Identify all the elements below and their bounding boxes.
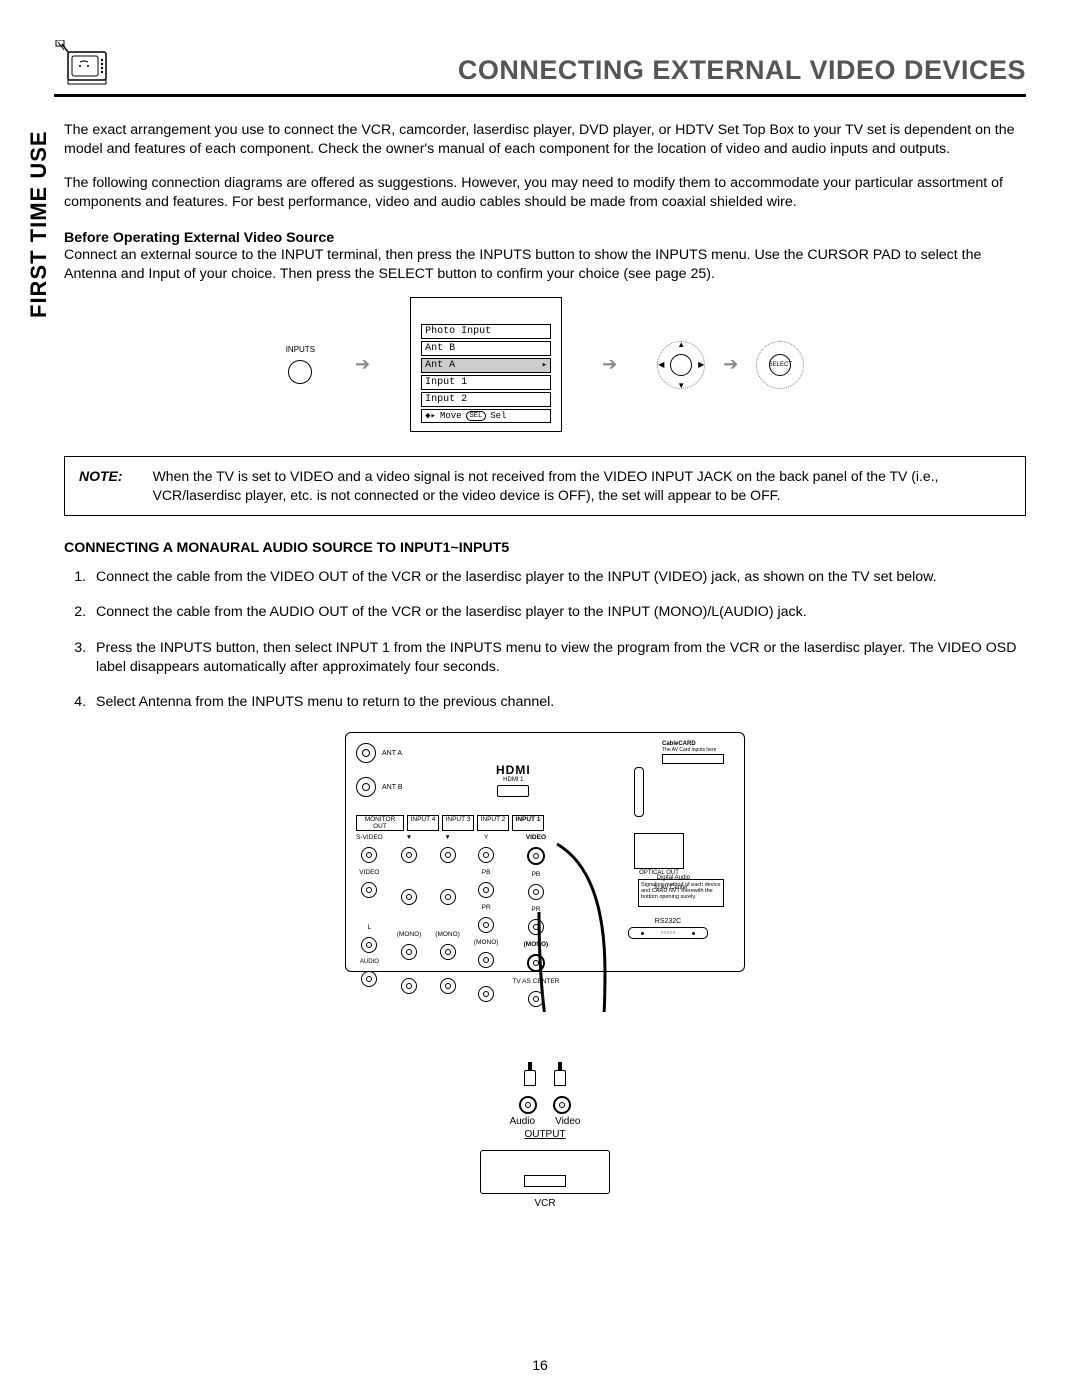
upgrade-note: Signaling method of each device and CARD… bbox=[638, 879, 724, 907]
jack bbox=[478, 986, 494, 1002]
note-label: NOTE: bbox=[79, 467, 123, 505]
menu-item: Ant B bbox=[421, 341, 551, 356]
hdmi-logo: HDMI bbox=[496, 763, 531, 777]
page-number: 16 bbox=[0, 1357, 1080, 1373]
hdmi-port bbox=[497, 785, 529, 797]
arrow-icon: ➔ bbox=[723, 354, 738, 375]
tv-icon bbox=[54, 40, 114, 86]
rs232c: RS232C ○○○○○ bbox=[628, 918, 708, 939]
optical-out: OPTICAL OUT bbox=[634, 833, 684, 869]
page-title: CONNECTING EXTERNAL VIDEO DEVICES bbox=[134, 55, 1026, 86]
video-label-bold: VIDEO bbox=[526, 834, 546, 841]
audio-label: AUDIO bbox=[360, 959, 379, 965]
rca-plug-icon bbox=[524, 1062, 536, 1086]
before-heading: Before Operating External Video Source bbox=[64, 230, 1026, 246]
inputs-button-label: INPUTS bbox=[286, 345, 315, 354]
steps-list: Connect the cable from the VIDEO OUT of … bbox=[64, 568, 1026, 712]
mono-label-bold: (MONO) bbox=[524, 941, 549, 948]
vcr-label: VCR bbox=[345, 1198, 745, 1209]
intro-paragraph-1: The exact arrangement you use to connect… bbox=[64, 121, 1026, 158]
arrow-icon: ➔ bbox=[355, 354, 370, 375]
video-label: Video bbox=[555, 1116, 580, 1127]
jack bbox=[361, 847, 377, 863]
ant-a-label: ANT A bbox=[382, 750, 402, 757]
jack bbox=[440, 889, 456, 905]
jack bbox=[440, 978, 456, 994]
col-label: INPUT 2 bbox=[477, 815, 509, 831]
col-label: INPUT 3 bbox=[442, 815, 474, 831]
rca-plug-icon bbox=[554, 1062, 566, 1086]
input1-mono-jack bbox=[527, 954, 545, 972]
jack bbox=[478, 952, 494, 968]
before-text: Connect an external source to the INPUT … bbox=[64, 246, 1026, 283]
menu-item: Input 2 bbox=[421, 392, 551, 407]
jack bbox=[401, 978, 417, 994]
vcr-output: Audio Video OUTPUT bbox=[490, 1096, 600, 1140]
step-item: Connect the cable from the VIDEO OUT of … bbox=[90, 568, 1026, 587]
cursor-pad-icon: ▲ ▼ ◀ ▶ bbox=[657, 341, 705, 389]
select-button-icon: SELECT bbox=[756, 341, 804, 389]
jack bbox=[528, 884, 544, 900]
cablecard-slot: CableCARD The AV Card inputs here bbox=[662, 741, 724, 764]
jack bbox=[478, 847, 494, 863]
jack bbox=[440, 847, 456, 863]
step-item: Press the INPUTS button, then select INP… bbox=[90, 639, 1026, 677]
jack bbox=[361, 937, 377, 953]
output-label: OUTPUT bbox=[490, 1129, 600, 1140]
header-rule bbox=[54, 94, 1026, 97]
jack bbox=[361, 971, 377, 987]
arrow-icon: ➔ bbox=[602, 354, 617, 375]
menu-footer: ◆▸ Move SEL Sel bbox=[421, 409, 551, 423]
jack bbox=[440, 944, 456, 960]
jack bbox=[361, 882, 377, 898]
jack bbox=[401, 847, 417, 863]
jack bbox=[401, 944, 417, 960]
inputs-diagram: INPUTS ➔ Photo Input Ant B Ant A Input 1… bbox=[64, 297, 1026, 432]
ant-b-label: ANT B bbox=[382, 784, 403, 791]
vcr-video-jack bbox=[553, 1096, 571, 1114]
jack bbox=[528, 991, 544, 1007]
col-label: MONITOR OUT bbox=[356, 815, 404, 831]
col-label: INPUT 4 bbox=[407, 815, 439, 831]
monaural-heading: CONNECTING A MONAURAL AUDIO SOURCE TO IN… bbox=[64, 540, 1026, 556]
ir-slot bbox=[634, 767, 644, 817]
menu-item: Input 1 bbox=[421, 375, 551, 390]
jack bbox=[528, 919, 544, 935]
ant-b-jack bbox=[356, 777, 376, 797]
svideo-label: S-VIDEO bbox=[356, 834, 383, 841]
col-label-bold: INPUT 1 bbox=[512, 815, 544, 831]
vcr-audio-jack bbox=[519, 1096, 537, 1114]
intro-paragraph-2: The following connection diagrams are of… bbox=[64, 174, 1026, 211]
note-box: NOTE: When the TV is set to VIDEO and a … bbox=[64, 456, 1026, 516]
step-item: Connect the cable from the AUDIO OUT of … bbox=[90, 603, 1026, 622]
hdmi-sub: HDMI 1 bbox=[496, 777, 531, 783]
inputs-menu: Photo Input Ant B Ant A Input 1 Input 2 … bbox=[410, 297, 562, 432]
jack bbox=[478, 917, 494, 933]
menu-item: Photo Input bbox=[421, 324, 551, 339]
vcr-icon bbox=[480, 1150, 610, 1194]
jack bbox=[401, 889, 417, 905]
jack bbox=[478, 882, 494, 898]
menu-item-selected: Ant A bbox=[421, 358, 551, 373]
step-item: Select Antenna from the INPUTS menu to r… bbox=[90, 693, 1026, 712]
rear-panel-diagram: ANT A ANT B HDMI HDMI 1 CableCARD The AV… bbox=[345, 732, 745, 972]
ant-a-jack bbox=[356, 743, 376, 763]
inputs-button bbox=[288, 360, 312, 384]
side-section-label: FIRST TIME USE bbox=[26, 130, 52, 318]
audio-label: Audio bbox=[510, 1116, 536, 1127]
input1-video-jack bbox=[527, 847, 545, 865]
note-text: When the TV is set to VIDEO and a video … bbox=[153, 467, 1011, 505]
tvcenter-label: TV AS CENTER bbox=[512, 978, 559, 985]
